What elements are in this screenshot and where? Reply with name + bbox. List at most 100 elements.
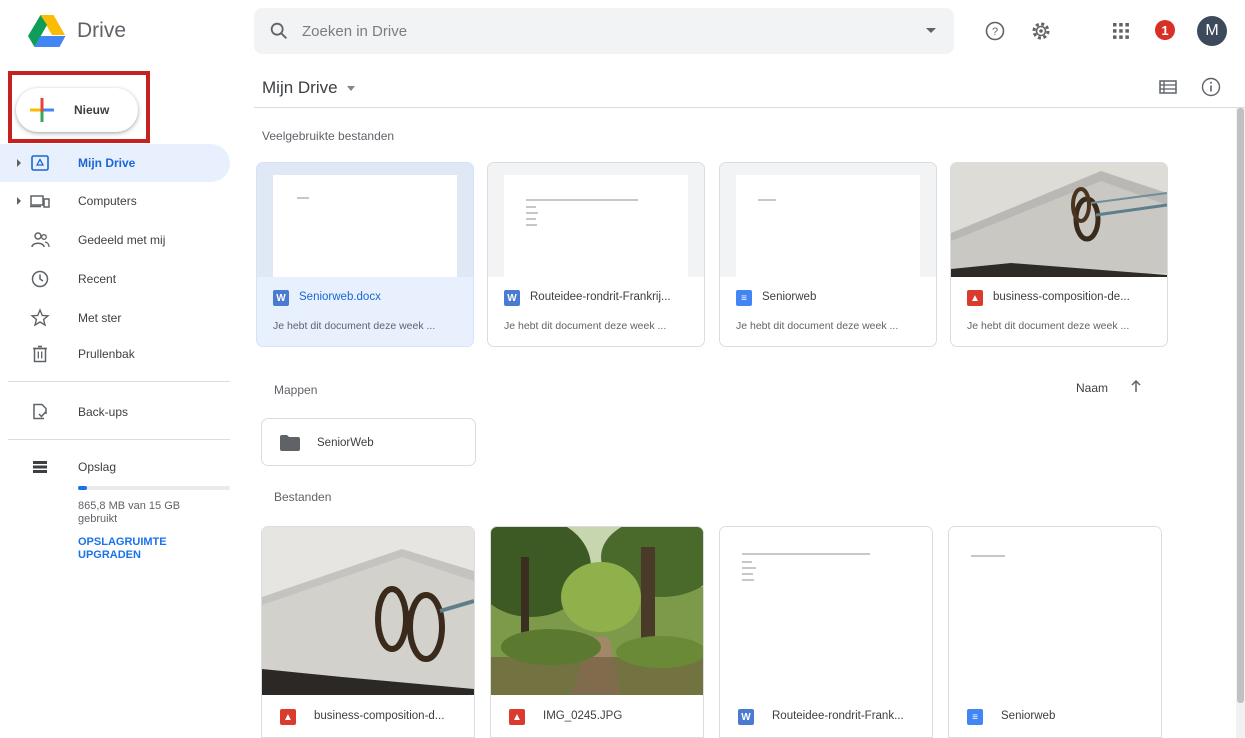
help-button[interactable]: ? <box>980 16 1010 46</box>
drive-logo[interactable]: Drive <box>28 14 126 48</box>
search-input[interactable] <box>302 18 902 44</box>
highlight-box <box>8 71 150 143</box>
file-name: Routeidee-rondrit-Frank... <box>772 710 904 722</box>
quick-access-card[interactable]: W Seniorweb.docx Je hebt dit document de… <box>256 162 474 347</box>
folders-heading: Mappen <box>274 383 318 397</box>
sidebar-item-recent[interactable]: Recent <box>0 260 230 298</box>
storage-icon <box>33 461 47 473</box>
file-thumbnail <box>720 527 932 695</box>
laptop-glasses-photo <box>951 163 1167 277</box>
document-preview <box>504 175 688 277</box>
page-title: Mijn Drive <box>262 78 338 97</box>
file-reason: Je hebt dit document deze week ... <box>273 320 436 332</box>
file-thumbnail <box>257 163 473 277</box>
my-drive-icon <box>31 155 49 171</box>
file-name: Seniorweb <box>1001 710 1056 722</box>
apps-grid-icon <box>1113 23 1129 39</box>
quick-access-card[interactable]: W Routeidee-rondrit-Frankrij... Je hebt … <box>487 162 705 347</box>
search-options-dropdown-icon[interactable] <box>926 28 936 33</box>
folder-name: SeniorWeb <box>317 437 374 449</box>
scrollbar-thumb[interactable] <box>1237 108 1244 703</box>
file-card[interactable]: ▲ IMG_0245.JPG <box>490 526 704 738</box>
location-title[interactable]: Mijn Drive <box>262 78 355 98</box>
file-card[interactable]: ≡ Seniorweb <box>948 526 1162 738</box>
storage-used-text: 865,8 MB van 15 GB gebruikt <box>78 500 181 525</box>
shared-icon <box>31 232 50 248</box>
sort-by-name-button[interactable]: Naam <box>1076 381 1108 395</box>
google-docs-icon: ≡ <box>736 290 752 306</box>
sidebar-item-my-drive[interactable]: Mijn Drive <box>0 144 230 182</box>
sidebar-item-computers[interactable]: Computers <box>0 182 230 220</box>
sidebar-divider <box>8 381 230 382</box>
sidebar-item-storage[interactable]: Opslag <box>0 448 230 486</box>
app-name: Drive <box>77 19 127 42</box>
sidebar-divider <box>8 439 230 440</box>
settings-button[interactable] <box>1026 16 1056 46</box>
file-name: Routeidee-rondrit-Frankrij... <box>530 291 671 303</box>
sidebar-item-trash[interactable]: Prullenbak <box>0 335 230 373</box>
expand-caret-icon[interactable] <box>17 197 21 205</box>
file-card[interactable]: ▲ business-composition-d... <box>261 526 475 738</box>
file-thumbnail <box>491 527 703 695</box>
folder-icon <box>280 435 300 451</box>
backup-icon <box>33 403 47 420</box>
clock-icon <box>31 270 49 288</box>
word-file-icon: W <box>504 290 520 306</box>
account-avatar[interactable]: M <box>1197 16 1227 46</box>
help-icon: ? <box>985 21 1005 41</box>
sidebar-item-label: Mijn Drive <box>78 156 136 170</box>
files-heading: Bestanden <box>274 490 332 504</box>
sidebar-item-label: Gedeeld met mij <box>78 233 166 247</box>
search-bar[interactable] <box>254 8 954 54</box>
apps-button[interactable] <box>1106 16 1136 46</box>
storage-progress-fill <box>78 486 87 490</box>
laptop-glasses-photo <box>262 527 474 695</box>
sidebar-item-label: Opslag <box>78 460 117 474</box>
file-name: business-composition-de... <box>993 291 1130 303</box>
expand-caret-icon[interactable] <box>17 159 21 167</box>
file-thumbnail <box>720 163 936 277</box>
svg-text:?: ? <box>992 26 998 38</box>
info-icon[interactable] <box>1200 76 1222 98</box>
file-name: business-composition-d... <box>314 710 445 722</box>
file-reason: Je hebt dit document deze week ... <box>736 320 899 332</box>
upgrade-storage-link[interactable]: OPSLAGRUIMTE UPGRADEN <box>78 536 218 562</box>
sidebar-item-label: Computers <box>78 194 137 208</box>
image-file-icon: ▲ <box>967 290 983 306</box>
sidebar-item-starred[interactable]: Met ster <box>0 299 230 337</box>
sort-ascending-arrow-icon[interactable] <box>1129 378 1143 394</box>
file-name: IMG_0245.JPG <box>543 710 623 722</box>
document-preview <box>273 175 457 277</box>
sidebar-item-label: Recent <box>78 272 117 286</box>
forest-path-photo <box>491 527 703 695</box>
main-header-divider <box>254 107 1245 108</box>
file-thumbnail <box>949 527 1161 695</box>
sidebar-item-shared[interactable]: Gedeeld met mij <box>0 221 230 259</box>
sidebar-item-backups[interactable]: Back-ups <box>0 393 230 431</box>
sidebar-item-label: Back-ups <box>78 405 129 419</box>
chevron-down-icon <box>346 85 355 91</box>
sidebar-item-label: Met ster <box>78 311 122 325</box>
document-preview <box>720 527 932 695</box>
word-file-icon: W <box>738 709 754 725</box>
drive-logo-icon <box>28 15 66 47</box>
file-reason: Je hebt dit document deze week ... <box>504 320 667 332</box>
scrollbar[interactable] <box>1236 108 1245 738</box>
file-thumbnail <box>951 163 1167 277</box>
sidebar-item-label: Prullenbak <box>78 347 135 361</box>
file-reason: Je hebt dit document deze week ... <box>967 320 1130 332</box>
quick-access-card[interactable]: ≡ Seniorweb Je hebt dit document deze we… <box>719 162 937 347</box>
folder-item[interactable]: SeniorWeb <box>261 418 476 466</box>
file-thumbnail <box>488 163 704 277</box>
star-icon <box>30 308 50 327</box>
quick-access-heading: Veelgebruikte bestanden <box>262 129 395 143</box>
quick-access-card[interactable]: ▲ business-composition-de... Je hebt dit… <box>950 162 1168 347</box>
notifications-badge[interactable]: 1 <box>1155 20 1175 40</box>
trash-icon <box>33 345 47 363</box>
search-icon[interactable] <box>268 20 290 42</box>
file-card[interactable]: W Routeidee-rondrit-Frank... <box>719 526 933 738</box>
gear-icon <box>1032 22 1050 40</box>
list-view-icon[interactable] <box>1157 76 1179 98</box>
word-file-icon: W <box>273 290 289 306</box>
file-name: Seniorweb <box>762 291 817 303</box>
